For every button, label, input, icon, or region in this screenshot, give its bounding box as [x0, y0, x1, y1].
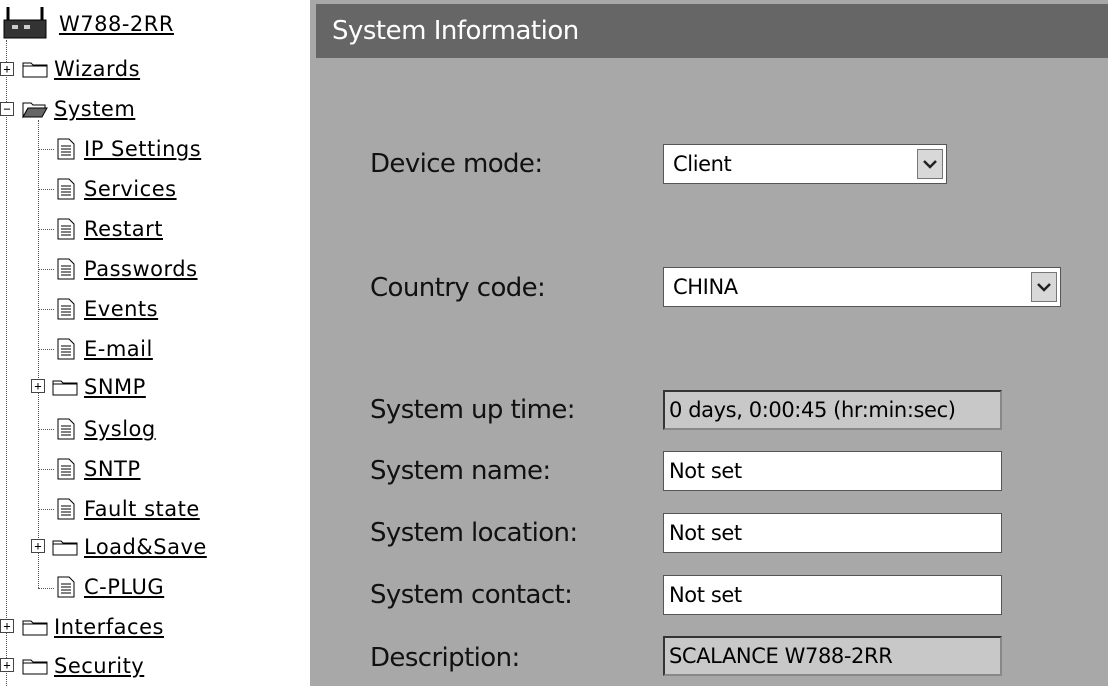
tree-item-label[interactable]: Restart [84, 217, 163, 241]
tree-item-interfaces[interactable]: Interfaces [22, 612, 164, 642]
tree-item-label[interactable]: E-mail [84, 337, 153, 361]
page-icon [57, 218, 75, 240]
tree-item-fault-state[interactable]: Fault state [56, 494, 200, 524]
page-icon [57, 258, 75, 280]
page-title: System Information [316, 4, 1108, 58]
tree-item-label[interactable]: Passwords [84, 257, 198, 281]
navigation-tree: W788-2RR + Wizards − System IP Settings … [0, 0, 300, 686]
folder-icon [22, 62, 48, 78]
country-code-select[interactable]: CHINA [663, 267, 1061, 307]
tree-connector [38, 149, 54, 150]
tree-connector [38, 120, 39, 588]
chevron-down-icon [1037, 283, 1051, 292]
page-icon [57, 418, 75, 440]
tree-item-c-plug[interactable]: C-PLUG [56, 572, 164, 602]
page-icon [57, 338, 75, 360]
folder-icon [22, 659, 48, 675]
tree-item-label[interactable]: SNMP [84, 375, 146, 399]
tree-item-ip-settings[interactable]: IP Settings [56, 134, 201, 164]
tree-item-label[interactable]: Load&Save [84, 535, 207, 559]
page-icon [57, 298, 75, 320]
system-location-input[interactable]: Not set [663, 513, 1002, 553]
tree-item-label[interactable]: System [54, 97, 135, 121]
tree-item-sntp[interactable]: SNTP [56, 454, 141, 484]
tree-item-label[interactable]: C-PLUG [84, 575, 164, 599]
country-code-label: Country code: [370, 273, 546, 303]
tree-connector [38, 229, 54, 230]
tree-connector [38, 469, 54, 470]
page-icon [57, 458, 75, 480]
tree-connector [38, 269, 54, 270]
collapse-toggle[interactable]: − [0, 102, 14, 116]
tree-connector [38, 509, 54, 510]
tree-item-passwords[interactable]: Passwords [56, 254, 198, 284]
system-up-time-label: System up time: [370, 395, 576, 425]
tree-connector [38, 349, 54, 350]
tree-item-system[interactable]: System [22, 94, 135, 124]
tree-item-label[interactable]: IP Settings [84, 137, 201, 161]
tree-item-snmp[interactable]: SNMP [52, 372, 146, 402]
tree-item-wizards[interactable]: Wizards [22, 54, 140, 84]
system-up-time-field: 0 days, 0:00:45 (hr:min:sec) [663, 390, 1002, 430]
tree-item-email[interactable]: E-mail [56, 334, 153, 364]
page-icon [57, 498, 75, 520]
tree-item-syslog[interactable]: Syslog [56, 414, 156, 444]
dropdown-button[interactable] [917, 149, 943, 179]
tree-item-restart[interactable]: Restart [56, 214, 163, 244]
dropdown-button[interactable] [1031, 272, 1057, 302]
page-icon [57, 178, 75, 200]
system-location-label: System location: [370, 518, 578, 548]
tree-item-security[interactable]: Security [22, 651, 144, 681]
expand-toggle[interactable]: + [31, 379, 45, 393]
tree-root[interactable]: W788-2RR [0, 6, 174, 42]
device-mode-label: Device mode: [370, 149, 543, 179]
chevron-down-icon [923, 160, 937, 169]
tree-item-label[interactable]: Events [84, 297, 158, 321]
folder-icon [52, 380, 78, 396]
country-code-value: CHINA [673, 275, 738, 299]
system-name-input[interactable]: Not set [663, 451, 1002, 491]
tree-connector [38, 588, 54, 589]
system-contact-label: System contact: [370, 580, 573, 610]
device-mode-value: Client [673, 152, 732, 176]
tree-connector [38, 189, 54, 190]
tree-item-label[interactable]: Interfaces [54, 615, 164, 639]
expand-toggle[interactable]: + [0, 658, 14, 672]
device-mode-select[interactable]: Client [663, 144, 947, 184]
tree-connector [38, 309, 54, 310]
page-icon [57, 576, 75, 598]
tree-item-label[interactable]: Services [84, 177, 177, 201]
tree-connector [6, 40, 7, 686]
system-name-label: System name: [370, 456, 551, 486]
tree-item-label[interactable]: Security [54, 654, 144, 678]
tree-item-load-save[interactable]: Load&Save [52, 532, 207, 562]
tree-item-label[interactable]: Syslog [84, 417, 156, 441]
router-icon [3, 7, 47, 39]
description-label: Description: [370, 643, 520, 673]
description-field: SCALANCE W788-2RR [663, 636, 1002, 676]
tree-item-label[interactable]: Wizards [54, 57, 140, 81]
tree-item-label[interactable]: SNTP [84, 457, 141, 481]
expand-toggle[interactable]: + [0, 619, 14, 633]
page-icon [57, 138, 75, 160]
tree-connector [38, 429, 54, 430]
expand-toggle[interactable]: + [31, 539, 45, 553]
tree-root-label[interactable]: W788-2RR [59, 12, 174, 36]
tree-item-events[interactable]: Events [56, 294, 158, 324]
expand-toggle[interactable]: + [0, 62, 14, 76]
system-contact-input[interactable]: Not set [663, 575, 1002, 615]
tree-item-services[interactable]: Services [56, 174, 177, 204]
folder-icon [22, 620, 48, 636]
tree-item-label[interactable]: Fault state [84, 497, 200, 521]
system-information-panel: System Information Device mode: Client C… [310, 0, 1108, 686]
open-folder-icon [22, 102, 48, 118]
folder-icon [52, 540, 78, 556]
